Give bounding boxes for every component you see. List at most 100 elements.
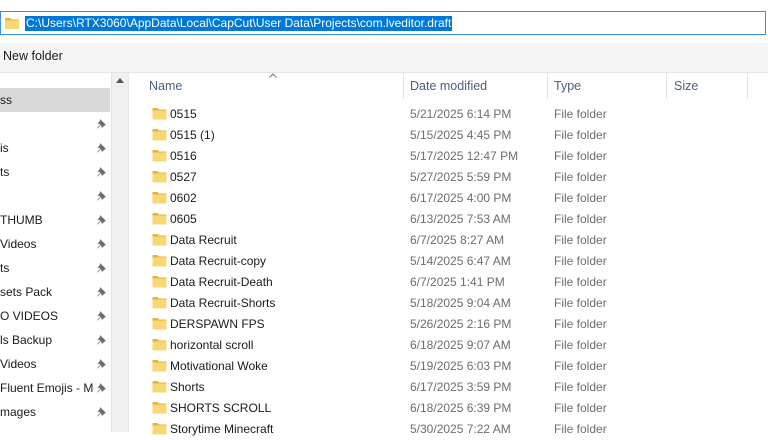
nav-item-label: THUMB [0, 213, 43, 227]
file-type: File folder [554, 275, 607, 289]
nav-item-label: Fluent Emojis - M [0, 381, 94, 395]
column-header-name[interactable]: Name [149, 73, 182, 99]
file-row[interactable]: Storytime Minecraft 5/30/2025 7:22 AM File… [129, 419, 768, 440]
file-row[interactable]: DERSPAWN FPS 5/26/2025 2:16 PM File folder [129, 314, 768, 335]
file-date-modified: 5/30/2025 7:22 AM [410, 422, 511, 436]
nav-item[interactable]: mages [0, 400, 110, 424]
file-row[interactable]: 0605 6/13/2025 7:53 AM File folder [129, 209, 768, 230]
file-name: Data Recruit-copy [170, 254, 267, 268]
nav-item[interactable] [0, 112, 110, 136]
file-row[interactable]: SHORTS SCROLL 6/18/2025 6:39 PM File folde… [129, 398, 768, 419]
nav-item[interactable]: Videos [0, 352, 110, 376]
file-row[interactable]: 0602 6/17/2025 4:00 PM File folder [129, 188, 768, 209]
column-divider[interactable] [403, 73, 404, 99]
file-name: 0516 [170, 149, 197, 163]
pin-icon [97, 215, 106, 225]
file-row[interactable]: 0515 (1) 5/15/2025 4:45 PM File folder [129, 125, 768, 146]
file-date-modified: 5/14/2025 6:47 AM [410, 254, 511, 268]
nav-item-label: ts [0, 165, 10, 179]
folder-icon [152, 255, 167, 267]
file-type: File folder [554, 359, 607, 373]
pin-icon [97, 311, 106, 321]
pin-icon [97, 119, 106, 129]
scroll-up-arrow-icon[interactable] [116, 78, 124, 83]
pin-icon [97, 167, 106, 177]
nav-item-label: is [0, 141, 9, 155]
column-divider[interactable] [747, 73, 748, 99]
file-date-modified: 5/27/2025 5:59 PM [410, 170, 512, 184]
file-type: File folder [554, 191, 607, 205]
file-row[interactable]: Data Recruit-Death 6/7/2025 1:41 PM File f… [129, 272, 768, 293]
file-row[interactable]: Data Recruit-Shorts 5/18/2025 9:04 AM File… [129, 293, 768, 314]
nav-item-label: Videos [0, 357, 37, 371]
folder-icon [152, 339, 167, 351]
file-date-modified: 5/19/2025 6:03 PM [410, 359, 512, 373]
file-type: File folder [554, 149, 607, 163]
file-date-modified: 5/15/2025 4:45 PM [410, 128, 512, 142]
file-type: File folder [554, 170, 607, 184]
column-divider[interactable] [666, 73, 667, 99]
nav-item[interactable]: Fluent Emojis - M [0, 376, 110, 400]
file-list: Name Date modified Type Size 0515 5/21/20… [128, 73, 768, 436]
nav-item[interactable]: ls Backup [0, 328, 110, 352]
nav-item[interactable] [0, 184, 110, 208]
address-path[interactable]: C:\Users\RTX3060\AppData\Local\CapCut\Us… [25, 16, 453, 31]
nav-item[interactable]: ss [0, 88, 110, 112]
folder-icon [152, 360, 167, 372]
file-name: SHORTS SCROLL [170, 401, 272, 415]
folder-icon [152, 318, 167, 330]
nav-item[interactable]: Videos [0, 232, 110, 256]
file-row[interactable]: 0515 5/21/2025 6:14 PM File folder [129, 104, 768, 125]
file-name: Data Recruit-Death [170, 275, 273, 289]
file-row[interactable]: Motivational Woke 5/19/2025 6:03 PM File f… [129, 356, 768, 377]
file-row[interactable]: 0527 5/27/2025 5:59 PM File folder [129, 167, 768, 188]
folder-icon [152, 171, 167, 183]
nav-scrollbar[interactable] [111, 73, 128, 432]
file-row[interactable]: 0516 5/17/2025 12:47 PM File folder [129, 146, 768, 167]
file-type: File folder [554, 296, 607, 310]
file-name: Storytime Minecraft [170, 422, 274, 436]
file-name: horizontal scroll [170, 338, 254, 352]
nav-item-label: O VIDEOS [0, 309, 59, 323]
nav-item-label: Videos [0, 237, 37, 251]
pin-icon [97, 383, 106, 393]
file-row[interactable]: Shorts 6/17/2025 3:59 PM File folder [129, 377, 768, 398]
file-date-modified: 5/18/2025 9:04 AM [410, 296, 511, 310]
nav-item[interactable]: sets Pack [0, 280, 110, 304]
nav-item[interactable]: O VIDEOS [0, 304, 110, 328]
file-type: File folder [554, 422, 607, 436]
file-date-modified: 6/17/2025 3:59 PM [410, 380, 512, 394]
nav-item-label: ss [0, 93, 12, 107]
toolbar: New folder [0, 43, 768, 73]
file-name: Shorts [170, 380, 205, 394]
nav-item-label: mages [0, 405, 37, 419]
file-date-modified: 5/26/2025 2:16 PM [410, 317, 512, 331]
column-header-date-modified[interactable]: Date modified [410, 73, 487, 99]
pin-icon [97, 239, 106, 249]
folder-icon [152, 108, 167, 120]
folder-icon [152, 381, 167, 393]
column-divider[interactable] [547, 73, 548, 99]
column-header-size[interactable]: Size [674, 73, 698, 99]
nav-item[interactable]: ts [0, 160, 110, 184]
folder-icon [152, 150, 167, 162]
folder-icon [152, 423, 167, 435]
file-name: Data Recruit-Shorts [170, 296, 276, 310]
file-row[interactable]: Data Recruit 6/7/2025 8:27 AM File folder [129, 230, 768, 251]
nav-item[interactable]: ts [0, 256, 110, 280]
folder-icon [152, 276, 167, 288]
new-folder-button[interactable]: New folder [3, 49, 63, 63]
pin-icon [97, 287, 106, 297]
file-type: File folder [554, 254, 607, 268]
address-bar: C:\Users\RTX3060\AppData\Local\CapCut\Us… [0, 0, 768, 43]
file-name: 0527 [170, 170, 197, 184]
column-header-type[interactable]: Type [554, 73, 581, 99]
address-input[interactable]: C:\Users\RTX3060\AppData\Local\CapCut\Us… [0, 11, 766, 35]
file-type: File folder [554, 107, 607, 121]
nav-item[interactable]: is [0, 136, 110, 160]
file-type: File folder [554, 380, 607, 394]
nav-item[interactable]: THUMB [0, 208, 110, 232]
file-row[interactable]: horizontal scroll 6/18/2025 9:07 AM File f… [129, 335, 768, 356]
file-row[interactable]: Data Recruit-copy 5/14/2025 6:47 AM File f… [129, 251, 768, 272]
pin-icon [97, 407, 106, 417]
